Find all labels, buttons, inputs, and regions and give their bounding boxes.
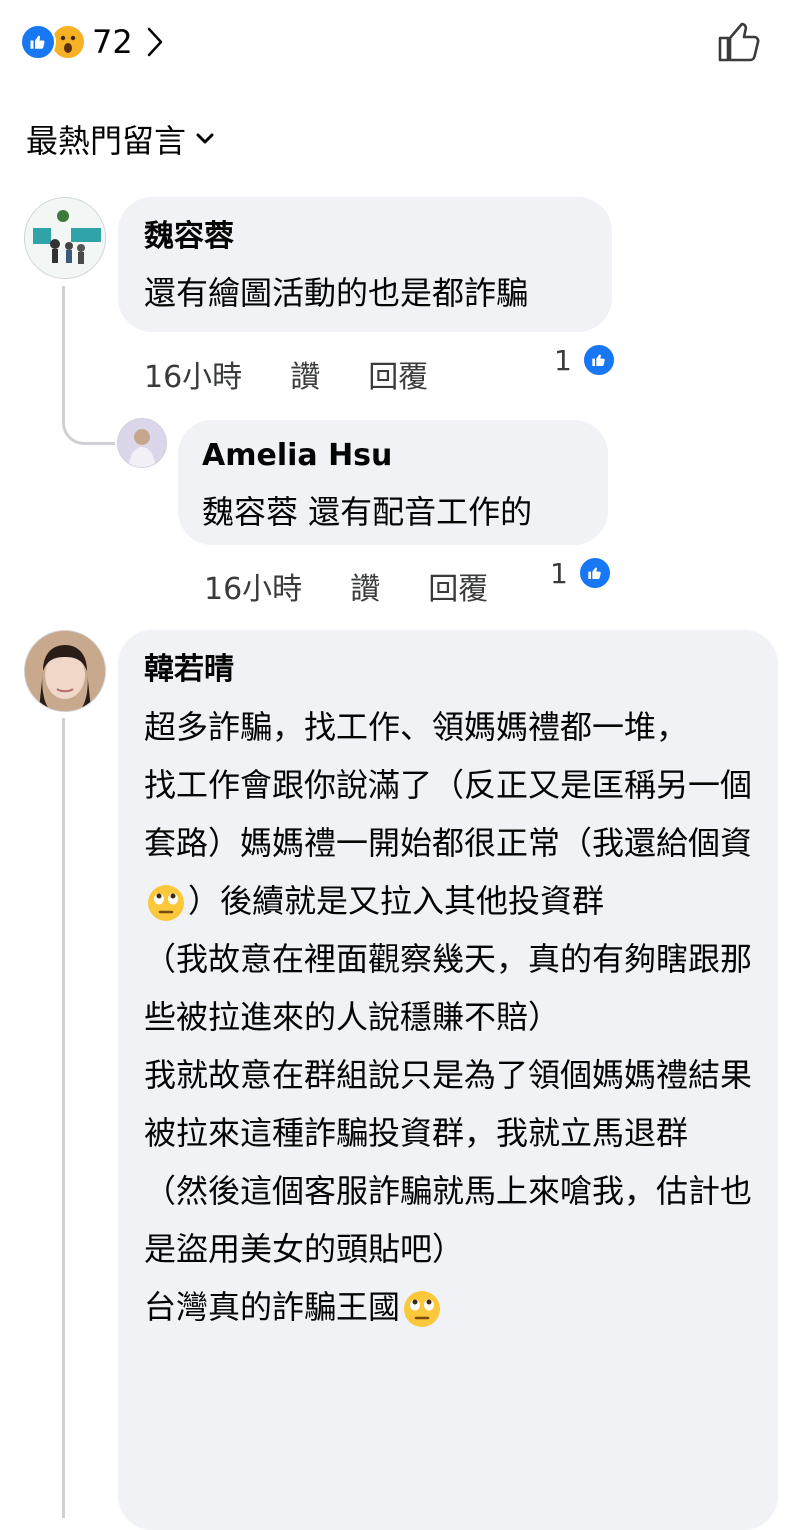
sort-label: 最熱門留言 [26,122,187,160]
comment-text: 超多詐騙，找工作、領媽媽禮都一堆， 找工作會跟你說滿了（反正又是匡稱另一個套路）… [144,698,752,1336]
comment-paragraph-text: 台灣真的詐騙王國 [144,1288,401,1326]
face-with-rolling-eyes-icon [148,885,184,921]
reply-timestamp[interactable]: 16小時 [204,564,302,608]
comment-paragraph: （然後這個客服詐騙就馬上來嗆我，估計也是盜用美女的頭貼吧） [144,1172,753,1268]
reply-bubble: Amelia Hsu 魏容蓉 還有配音工作的 [178,420,608,545]
reaction-number: 1 [550,556,568,590]
reaction-summary[interactable]: 72 [20,20,165,64]
comment-timestamp[interactable]: 16小時 [144,352,242,396]
reply-link[interactable]: 回覆 [368,352,428,396]
like-reaction-icon [581,343,616,377]
like-reaction-icon [20,24,56,60]
reaction-number: 1 [554,343,572,377]
comment-paragraph-text: 找工作會跟你說滿了（反正又是匡稱另一個套路）媽媽禮一開始都很正常（我還給個資 [144,766,753,862]
comment-bubble: 韓若晴 超多詐騙，找工作、領媽媽禮都一堆， 找工作會跟你說滿了（反正又是匡稱另一… [118,630,778,1530]
avatar[interactable] [117,418,167,468]
avatar[interactable] [24,197,106,279]
chevron-right-icon[interactable] [145,26,165,58]
comment-paragraph: 台灣真的詐騙王國 [144,1278,752,1336]
reply-thread-line [62,286,115,445]
avatar[interactable] [24,630,106,712]
comment-text: 還有繪圖活動的也是都詐騙 [144,274,529,312]
reply-author[interactable]: Amelia Hsu [202,434,584,478]
like-reaction-icon [577,556,612,590]
comment-author[interactable]: 韓若晴 [144,648,752,692]
comment-paragraph: 找工作會跟你說滿了（反正又是匡稱另一個套路）媽媽禮一開始都很正常（我還給個資 ）後… [144,756,752,930]
comment-bubble: 魏容蓉 還有繪圖活動的也是都詐騙 [118,197,612,332]
like-link[interactable]: 讚 [290,352,320,396]
comment-actions: 16小時 讚 回覆 [144,352,476,396]
like-link[interactable]: 讚 [350,564,380,608]
reply-text: 魏容蓉 還有配音工作的 [202,493,533,531]
reply-link[interactable]: 回覆 [428,564,488,608]
reply-actions: 16小時 讚 回覆 [204,564,536,608]
like-button-icon[interactable] [716,20,762,64]
comment-author[interactable]: 魏容蓉 [144,215,586,259]
comment-paragraph: 我就故意在群組說只是為了領個媽媽禮結果被拉來這種詐騙投資群，我就立馬退群 [144,1056,753,1152]
face-with-rolling-eyes-icon [404,1291,441,1327]
comment-paragraph: （我故意在裡面觀察幾天，真的有夠瞎跟那些被拉進來的人說穩賺不賠） [144,940,753,1036]
reaction-count: 72 [92,23,133,61]
comment-sort-selector[interactable]: 最熱門留言 [26,116,214,162]
comment-paragraph-text: ）後續就是又拉入其他投資群 [188,882,605,920]
comment-paragraph: 超多詐騙，找工作、領媽媽禮都一堆， [144,708,689,746]
comment-reaction-count[interactable]: 1 [554,343,616,377]
thread-line [62,718,65,1518]
chevron-down-icon [196,133,214,144]
reply-reaction-count[interactable]: 1 [550,556,612,590]
